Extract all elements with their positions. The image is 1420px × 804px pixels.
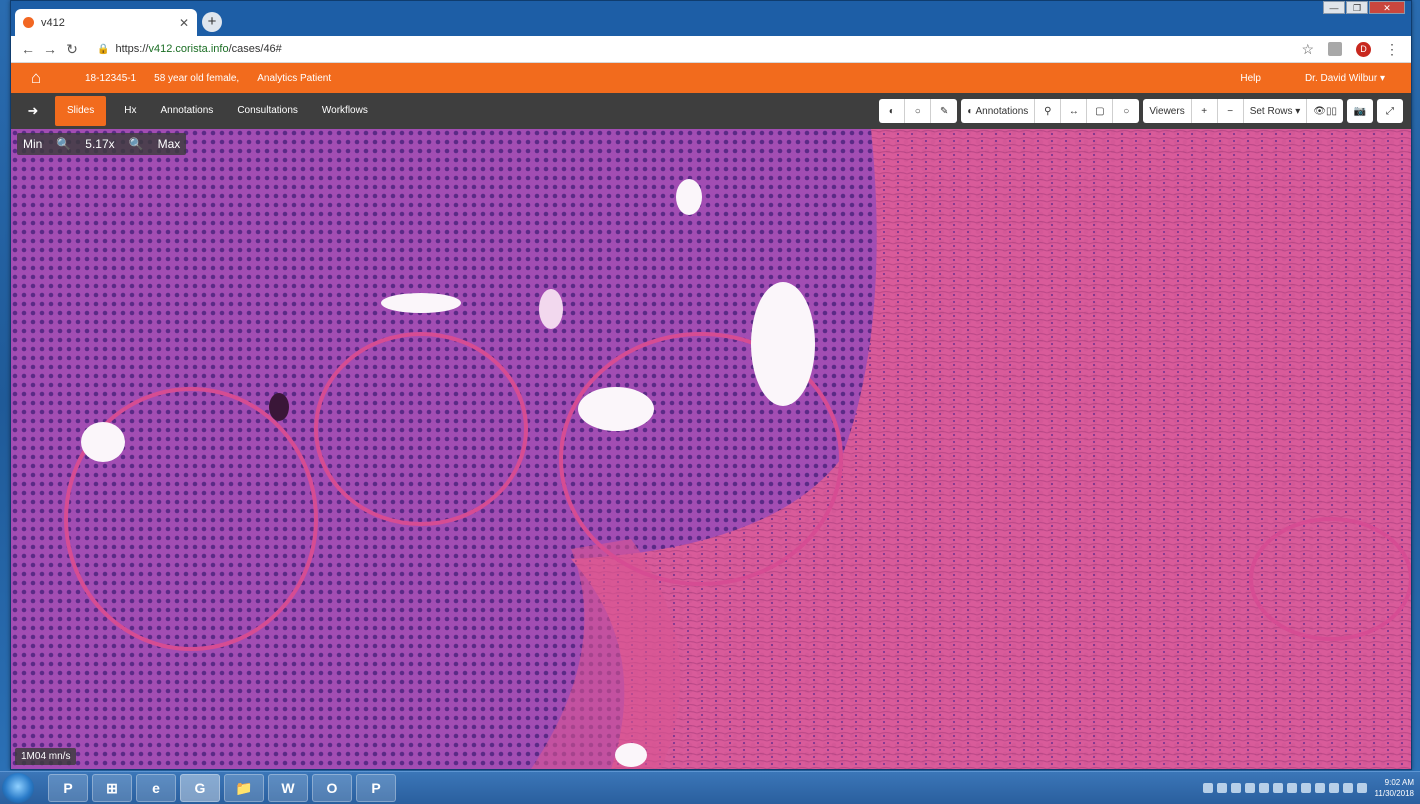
zoom-level: 5.17x [85, 137, 115, 151]
tray-icon[interactable] [1272, 783, 1283, 793]
snapshot-group: 📷 [1347, 99, 1373, 123]
new-tab-button[interactable]: + [202, 12, 222, 32]
patient-description: 58 year old female, [154, 72, 240, 84]
viewers-group: Viewers + − Set Rows ▾ 👁▯▯ [1143, 99, 1343, 123]
histology-slide-image[interactable] [11, 129, 1411, 769]
tab-consultations[interactable]: Consultations [225, 96, 310, 126]
expand-arrow-icon[interactable]: ➜ [11, 103, 55, 119]
forward-icon[interactable]: → [39, 41, 61, 57]
tab-strip: v412 ✕ + — ❐ ✕ [11, 1, 1411, 36]
taskbar-app-chrome[interactable]: G [180, 774, 220, 802]
app-header: ⌂ 18-12345-1 58 year old female, Analyti… [11, 63, 1411, 93]
ellipse-icon[interactable]: ○ [1113, 99, 1139, 123]
url-path: /cases/46# [228, 43, 282, 55]
tray-icon[interactable] [1258, 783, 1269, 793]
scale-label: 1M04 mn/s [15, 748, 77, 765]
taskbar-app-apps[interactable]: ⊞ [92, 774, 132, 802]
menu-icon[interactable]: ⋮ [1385, 41, 1399, 58]
annotations-toggle-button[interactable]: ◐ Annotations [961, 99, 1036, 123]
profile-icon[interactable]: D [1356, 41, 1371, 57]
taskbar-app-word[interactable]: W [268, 774, 308, 802]
star-icon[interactable]: ☆ [1301, 41, 1314, 58]
clock-time: 9:02 AM [1384, 778, 1414, 787]
taskbar-app-publisher[interactable]: P [48, 774, 88, 802]
clock-date: 11/30/2018 [1374, 789, 1414, 798]
fullscreen-group: ⤢ [1377, 99, 1403, 123]
back-icon[interactable]: ← [17, 41, 39, 57]
brush-icon[interactable]: ✎ [931, 99, 957, 123]
zoom-control: Min 🔍 5.17x 🔍 Max [17, 133, 187, 155]
close-tab-icon[interactable]: ✕ [179, 16, 189, 30]
url-host: v412.corista.info [148, 43, 229, 55]
patient-label: Analytics Patient [257, 72, 332, 84]
viewers-button[interactable]: Viewers [1143, 99, 1192, 123]
tray-icon[interactable] [1314, 783, 1325, 793]
zoom-in-icon[interactable]: 🔍 [129, 137, 144, 151]
tab-history[interactable]: Hx [112, 96, 148, 126]
fullscreen-icon[interactable]: ⤢ [1377, 99, 1403, 123]
tray-icon[interactable] [1342, 783, 1353, 793]
tab-slides[interactable]: Slides [55, 96, 107, 126]
home-icon[interactable]: ⌂ [11, 68, 61, 88]
tray-icon[interactable] [1216, 783, 1227, 793]
tab-annotations[interactable]: Annotations [148, 96, 225, 126]
tray-icon[interactable] [1230, 783, 1241, 793]
taskbar-app-powerpoint[interactable]: P [356, 774, 396, 802]
rectangle-icon[interactable]: ▢ [1087, 99, 1114, 123]
address-bar: ← → ↻ 🔒 https://v412.corista.info/cases/… [11, 36, 1411, 63]
taskbar-app-explorer[interactable]: 📁 [224, 774, 264, 802]
add-viewer-button[interactable]: + [1192, 99, 1218, 123]
circle-icon[interactable]: ○ [905, 99, 932, 123]
contrast-icon[interactable]: ◐ [879, 99, 906, 123]
address-bar-actions: ☆ D ⋮ [1301, 41, 1405, 58]
maximize-button[interactable]: ❐ [1346, 1, 1368, 14]
tray-icon[interactable] [1286, 783, 1297, 793]
close-window-button[interactable]: ✕ [1369, 1, 1405, 14]
tray-icon[interactable] [1328, 783, 1339, 793]
favicon-icon [23, 17, 34, 28]
minimize-button[interactable]: — [1323, 1, 1345, 14]
camera-icon[interactable]: 📷 [1347, 99, 1373, 123]
pin-icon[interactable]: ⚲ [1035, 99, 1062, 123]
system-clock[interactable]: 9:02 AM 11/30/2018 [1375, 777, 1414, 799]
annotation-tools-group: ◐ Annotations ⚲ ↔ ▢ ○ [961, 99, 1140, 123]
tray-icon[interactable] [1244, 783, 1255, 793]
url-field[interactable]: 🔒 https://v412.corista.info/cases/46# [91, 39, 1293, 59]
reload-icon[interactable]: ↻ [61, 41, 83, 58]
ruler-icon[interactable]: ↔ [1061, 99, 1088, 123]
case-id: 18-12345-1 [85, 72, 137, 84]
tray-icon[interactable] [1202, 783, 1213, 793]
start-button[interactable] [2, 773, 34, 803]
browser-tab[interactable]: v412 ✕ [15, 9, 197, 36]
lock-icon: 🔒 [97, 43, 110, 55]
system-tray: 9:02 AM 11/30/2018 [1199, 777, 1420, 799]
tray-icon[interactable] [1300, 783, 1311, 793]
user-menu[interactable]: Dr. David Wilbur ▾ [1305, 73, 1385, 84]
taskbar-app-ie[interactable]: e [136, 774, 176, 802]
viewer-toolbar: ➜ Slides Hx Annotations Consultations Wo… [11, 93, 1411, 129]
url-scheme: https:// [115, 43, 149, 55]
tab-workflows[interactable]: Workflows [310, 96, 380, 126]
help-link[interactable]: Help [1240, 73, 1261, 84]
set-rows-dropdown[interactable]: Set Rows ▾ [1244, 99, 1308, 123]
remove-viewer-button[interactable]: − [1218, 99, 1244, 123]
window-controls: — ❐ ✕ [1322, 1, 1405, 14]
slide-viewer[interactable]: Min 🔍 5.17x 🔍 Max 1M04 mn/s [11, 129, 1411, 769]
sync-view-icon[interactable]: 👁▯▯ [1307, 99, 1343, 123]
taskbar: P ⊞ e G 📁 W O P 9:02 AM 11/30/2018 [0, 771, 1420, 804]
zoom-min-button[interactable]: Min [23, 137, 42, 151]
extension-icon[interactable] [1328, 42, 1342, 56]
tab-title: v412 [41, 16, 65, 29]
zoom-max-button[interactable]: Max [158, 137, 181, 151]
browser-window: v412 ✕ + — ❐ ✕ ← → ↻ 🔒 https://v412.cori… [10, 0, 1412, 770]
image-adjust-group: ◐ ○ ✎ [879, 99, 958, 123]
zoom-out-icon[interactable]: 🔍 [56, 137, 71, 151]
taskbar-app-outlook[interactable]: O [312, 774, 352, 802]
tray-icon[interactable] [1356, 783, 1367, 793]
